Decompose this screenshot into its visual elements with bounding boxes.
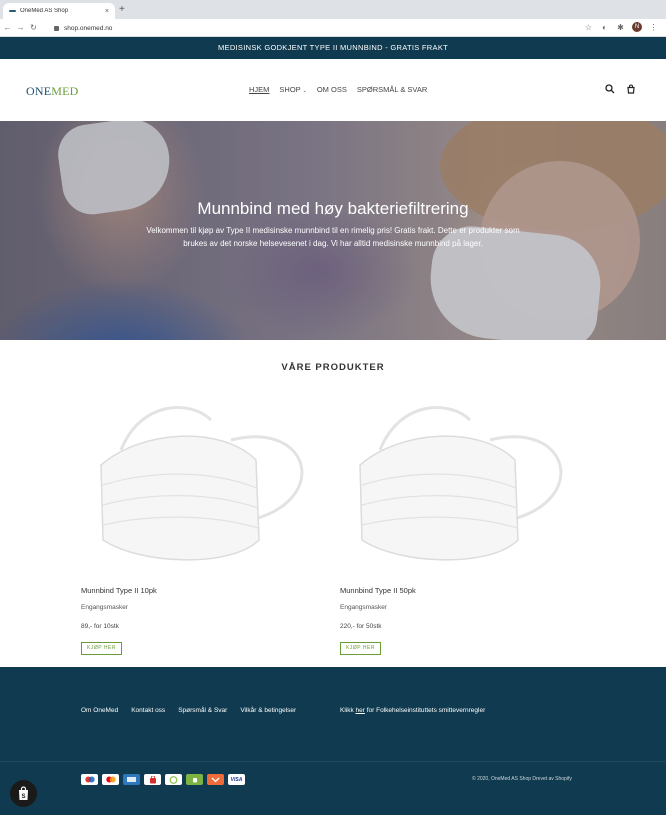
- extension-icon[interactable]: ◐: [600, 23, 609, 32]
- lock-icon: [54, 25, 59, 31]
- footer-note-suffix: for Folkehelseinstituttets smittevernreg…: [364, 707, 486, 714]
- copyright-text: © 2020, OneMed AS Shop Drevet av Shopify: [472, 776, 572, 782]
- product-vendor: Engangsmasker: [340, 604, 387, 611]
- visa-icon: VISA: [228, 774, 245, 785]
- site-header: ONEMED HJEM SHOP ⌄ OM OSS SPØRSMÅL & SVA…: [0, 59, 666, 121]
- tab-close-icon[interactable]: ×: [105, 8, 109, 15]
- footer-link-about[interactable]: Om OneMed: [81, 707, 118, 714]
- face-mask-image[interactable]: [81, 390, 321, 575]
- footer-note-prefix: Klikk: [340, 707, 356, 714]
- nav-about[interactable]: OM OSS: [317, 85, 347, 94]
- product-name[interactable]: Munnbind Type II 50pk: [340, 586, 416, 595]
- menu-icon[interactable]: ⋮: [649, 23, 658, 32]
- shopify-bag-icon: S: [19, 786, 28, 800]
- product-name[interactable]: Munnbind Type II 10pk: [81, 586, 157, 595]
- site-logo[interactable]: ONEMED: [26, 84, 79, 99]
- footer-link-faq[interactable]: Spørsmål & Svar: [178, 707, 227, 714]
- footer-link-contact[interactable]: Kontakt oss: [131, 707, 165, 714]
- product-price: 89,- for 10stk: [81, 623, 119, 630]
- browser-tab-bar: OneMed AS Shop × +: [0, 0, 666, 19]
- star-icon[interactable]: ☆: [584, 23, 593, 32]
- diners-icon: [165, 774, 182, 785]
- favicon-icon: [9, 10, 16, 12]
- product-vendor: Engangsmasker: [81, 604, 128, 611]
- nav-faq[interactable]: SPØRSMÅL & SVAR: [357, 85, 427, 94]
- cart-icon[interactable]: [626, 84, 636, 94]
- payment-icons: VISA: [81, 774, 245, 785]
- google-pay-icon: [186, 774, 203, 785]
- site-footer: Om OneMed Kontakt oss Spørsmål & Svar Vi…: [0, 667, 666, 815]
- browser-toolbar-icons: ☆ ◐ ✱ N ⋮: [584, 22, 658, 32]
- profile-avatar[interactable]: N: [632, 22, 642, 32]
- reload-icon[interactable]: ↻: [28, 23, 39, 32]
- logo-part-two: MED: [51, 84, 79, 98]
- footer-links: Om OneMed Kontakt oss Spørsmål & Svar Vi…: [81, 707, 296, 714]
- hero-text: Velkommen til kjøp av Type II medisinske…: [146, 226, 520, 248]
- buy-button[interactable]: KJØP HER: [81, 642, 122, 655]
- search-icon[interactable]: [605, 84, 615, 94]
- nav-shop-label: SHOP: [279, 85, 301, 94]
- product-card[interactable]: Munnbind Type II 10pk Engangsmasker 89,-…: [81, 390, 321, 655]
- footer-divider: [0, 761, 666, 762]
- product-price: 220,- for 50stk: [340, 623, 382, 630]
- face-mask-image[interactable]: [340, 390, 580, 575]
- klarna-icon: [207, 774, 224, 785]
- main-nav: HJEM SHOP ⌄ OM OSS SPØRSMÅL & SVAR: [249, 85, 427, 94]
- footer-note-link[interactable]: her: [356, 707, 365, 714]
- product-card[interactable]: Munnbind Type II 50pk Engangsmasker 220,…: [340, 390, 580, 655]
- buy-button[interactable]: KJØP HER: [340, 642, 381, 655]
- products-heading: VÅRE PRODUKTER: [281, 362, 385, 373]
- footer-note: Klikk her for Folkehelseinstituttets smi…: [340, 707, 485, 714]
- nav-shop[interactable]: SHOP ⌄: [279, 85, 306, 94]
- apple-pay-icon: [144, 774, 161, 785]
- header-icons: [605, 84, 636, 94]
- url-text: shop.onemed.no: [64, 24, 113, 32]
- maestro-icon: [81, 774, 98, 785]
- footer-link-terms[interactable]: Vilkår & betingelser: [240, 707, 296, 714]
- hero-title: Munnbind med høy bakteriefiltrering: [197, 199, 469, 218]
- back-icon[interactable]: ←: [2, 23, 13, 32]
- address-bar: ← → ↻ shop.onemed.no ☆ ◐ ✱ N ⋮: [0, 19, 666, 37]
- forward-icon[interactable]: →: [15, 23, 26, 32]
- logo-part-one: ONE: [26, 84, 52, 98]
- puzzle-icon[interactable]: ✱: [616, 23, 625, 32]
- shopify-chat-badge[interactable]: S: [10, 780, 37, 807]
- new-tab-button[interactable]: +: [119, 4, 125, 16]
- browser-tab[interactable]: OneMed AS Shop ×: [3, 3, 115, 19]
- svg-text:S: S: [21, 794, 25, 800]
- tab-title: OneMed AS Shop: [20, 8, 69, 14]
- amex-icon: [123, 774, 140, 785]
- url-field[interactable]: shop.onemed.no: [48, 21, 588, 35]
- nav-home[interactable]: HJEM: [249, 85, 269, 94]
- hero-banner: Munnbind med høy bakteriefiltrering Velk…: [0, 121, 666, 340]
- announcement-bar: MEDISINSK GODKJENT TYPE II MUNNBIND - GR…: [0, 37, 666, 59]
- chevron-down-icon: ⌄: [302, 88, 307, 94]
- mastercard-icon: [102, 774, 119, 785]
